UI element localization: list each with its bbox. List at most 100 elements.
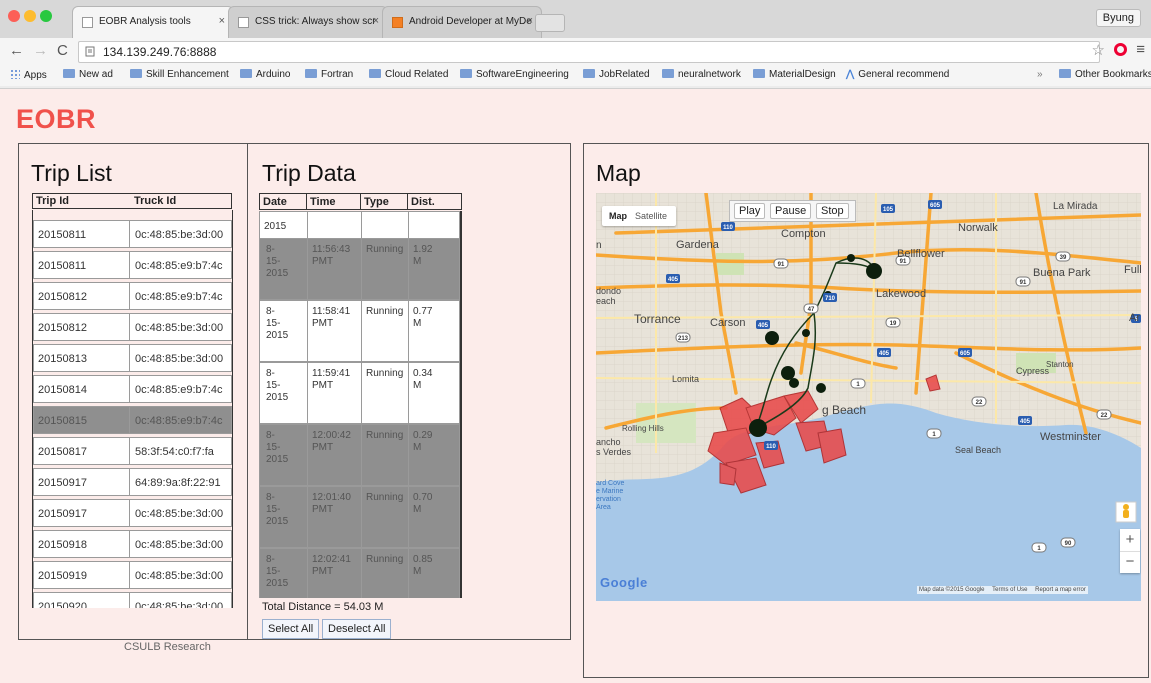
bookmark-neuralnetwork[interactable]: neuralnetwork — [662, 69, 741, 80]
dist-cell-line: 0.70 — [413, 492, 433, 503]
table-row[interactable]: 20150811 0c:48:85:be:3d:00 — [33, 220, 232, 248]
column-divider — [307, 486, 308, 548]
svg-text:405: 405 — [1020, 419, 1031, 425]
svg-text:605: 605 — [960, 351, 971, 357]
trip-data-scroll[interactable]: 2015 8- 15- 2015 11:56:43 PMT Running 1.92 M 8- 1… — [259, 211, 462, 598]
column-time[interactable]: Time — [306, 193, 361, 210]
deselect-all-button[interactable]: Deselect All — [322, 619, 392, 639]
map-view[interactable]: 105 605 110 91 91 405 91 405 605 710 213… — [596, 193, 1141, 601]
table-row[interactable]: 8- 15- 2015 12:00:42 PMT Running 0.29 M — [259, 424, 460, 486]
maximize-window-button[interactable] — [40, 10, 52, 22]
highway-shield-icon: 605 — [928, 200, 942, 209]
bookmark-star-icon[interactable]: ☆ — [1092, 41, 1105, 59]
reload-icon[interactable]: C — [57, 42, 68, 59]
table-row[interactable]: 20150811 0c:48:85:e9:b7:4c — [33, 251, 232, 279]
highway-shield-icon: 1 — [926, 428, 942, 439]
svg-text:405: 405 — [879, 351, 890, 357]
bookmark-job-related[interactable]: JobRelated — [583, 69, 650, 80]
column-type[interactable]: Type — [360, 193, 408, 210]
tab-css-trick[interactable]: CSS trick: Always show scr × — [228, 6, 388, 38]
close-window-button[interactable] — [8, 10, 20, 22]
table-row[interactable]: 20150920 0c:48:85:be:3d:00 — [33, 592, 232, 608]
column-date[interactable]: Date — [259, 193, 307, 210]
forward-arrow-icon[interactable]: → — [33, 42, 48, 59]
table-row[interactable]: 8- 15- 2015 11:56:43 PMT Running 1.92 M — [259, 238, 460, 300]
report-error-link[interactable]: Report a map error — [1035, 587, 1086, 593]
bookmark-general-recommend[interactable]: ⋀ General recommend — [846, 69, 949, 80]
zoom-out-button[interactable]: − — [1120, 551, 1140, 574]
tab-android-dev[interactable]: Android Developer at MyDe × — [382, 6, 542, 38]
trip-id-cell: 20150812 — [38, 322, 87, 334]
bookmark-label: Other Bookmarks — [1075, 69, 1151, 80]
bookmark-cloud-related[interactable]: Cloud Related — [369, 69, 448, 80]
column-divider — [361, 362, 362, 424]
terms-link[interactable]: Terms of Use — [992, 587, 1027, 593]
bookmark-skill-enhancement[interactable]: Skill Enhancement — [130, 69, 229, 80]
table-row[interactable]: 20150817 58:3f:54:c0:f7:fa — [33, 437, 232, 465]
table-row[interactable]: 20150813 0c:48:85:be:3d:00 — [33, 344, 232, 372]
map-type-map-button[interactable]: Map — [609, 211, 627, 221]
column-truck-id[interactable]: Truck Id — [134, 195, 176, 207]
bookmarks-overflow[interactable]: » — [1037, 69, 1043, 80]
stop-button[interactable]: Stop — [816, 203, 849, 219]
select-all-button[interactable]: Select All — [262, 619, 320, 639]
time-cell: 11:59:41 PMT — [312, 368, 350, 392]
table-row[interactable]: 8- 15- 2015 11:59:41 PMT Running 0.34 M — [259, 362, 460, 424]
table-row[interactable]: 20150919 0c:48:85:be:3d:00 — [33, 561, 232, 589]
trip-id-cell: 20150917 — [38, 508, 87, 520]
menu-icon[interactable]: ≡ — [1136, 41, 1145, 58]
time-cell-line: 12:02:41 — [312, 554, 351, 565]
highway-shield-icon: 1 — [850, 378, 866, 389]
table-row[interactable]: 20150814 0c:48:85:e9:b7:4c — [33, 375, 232, 403]
time-cell: 11:58:41 PMT — [312, 306, 350, 330]
profile-button[interactable]: Byung — [1095, 9, 1141, 27]
folder-icon — [305, 69, 317, 78]
table-row[interactable]: 8- 15- 2015 11:58:41 PMT Running 0.77 M — [259, 300, 460, 362]
truck-id-cell: 0c:48:85:e9:b7:4c — [135, 415, 223, 427]
page-icon — [238, 17, 249, 28]
table-row[interactable]: 2015 — [259, 211, 460, 273]
table-row[interactable]: 20150917 64:89:9a:8f:22:91 — [33, 468, 232, 496]
column-trip-id[interactable]: Trip Id — [36, 195, 69, 207]
column-divider — [361, 424, 362, 486]
table-row[interactable]: 20150917 0c:48:85:be:3d:00 — [33, 499, 232, 527]
page-info-icon[interactable] — [85, 46, 95, 57]
column-divider — [408, 548, 409, 598]
address-bar[interactable]: 134.139.249.76:8888 — [78, 41, 1100, 63]
table-row[interactable]: 20150815 0c:48:85:e9:b7:4c — [33, 406, 232, 434]
minimize-window-button[interactable] — [24, 10, 36, 22]
bookmark-apps[interactable]: Apps — [10, 69, 47, 81]
table-row[interactable]: 20150812 0c:48:85:be:3d:00 — [33, 313, 232, 341]
bookmark-arduino[interactable]: Arduino — [240, 69, 290, 80]
zoom-in-button[interactable]: + — [1120, 529, 1140, 551]
map-canvas[interactable]: 105 605 110 91 91 405 91 405 605 710 213… — [596, 193, 1141, 601]
table-row[interactable]: 8- 15- 2015 12:01:40 PMT Running 0.70 M — [259, 486, 460, 548]
column-dist[interactable]: Dist. — [407, 193, 462, 210]
table-row[interactable]: 20150812 0c:48:85:e9:b7:4c — [33, 282, 232, 310]
svg-text:22: 22 — [976, 400, 983, 406]
time-cell: 12:01:40 PMT — [312, 492, 351, 516]
tab-close-icon[interactable]: × — [373, 15, 379, 27]
opera-extension-icon[interactable] — [1114, 43, 1127, 56]
bookmark-software-engineering[interactable]: SoftwareEngineering — [460, 69, 569, 80]
street-view-pegman-icon[interactable] — [1115, 501, 1137, 523]
play-button[interactable]: Play — [734, 203, 766, 219]
new-tab-button[interactable] — [535, 14, 565, 32]
table-row[interactable]: 20150918 0c:48:85:be:3d:00 — [33, 530, 232, 558]
tab-close-icon[interactable]: × — [219, 15, 225, 27]
bookmark-material-design[interactable]: MaterialDesign — [753, 69, 836, 80]
time-cell: 12:02:41 PMT — [312, 554, 351, 578]
map-type-satellite-button[interactable]: Satellite — [635, 211, 667, 221]
bookmark-other-bookmarks[interactable]: Other Bookmarks — [1059, 69, 1151, 80]
tab-close-icon[interactable]: × — [527, 15, 533, 27]
svg-text:Lomita: Lomita — [672, 374, 699, 384]
tab-eobr[interactable]: EOBR Analysis tools × — [72, 6, 234, 38]
bookmark-fortran[interactable]: Fortran — [305, 69, 353, 80]
table-row[interactable]: 8- 15- 2015 12:02:41 PMT Running 0.85 M — [259, 548, 460, 598]
folder-icon — [130, 69, 142, 78]
bookmark-new-ad[interactable]: New ad — [63, 69, 113, 80]
highway-shield-icon: 710 — [823, 293, 837, 302]
back-arrow-icon[interactable]: ← — [9, 42, 24, 59]
trip-list-scroll[interactable]: 20150811 0c:48:85:be:3d:00 20150811 0c:48:8… — [32, 210, 233, 608]
pause-button[interactable]: Pause — [770, 203, 812, 219]
